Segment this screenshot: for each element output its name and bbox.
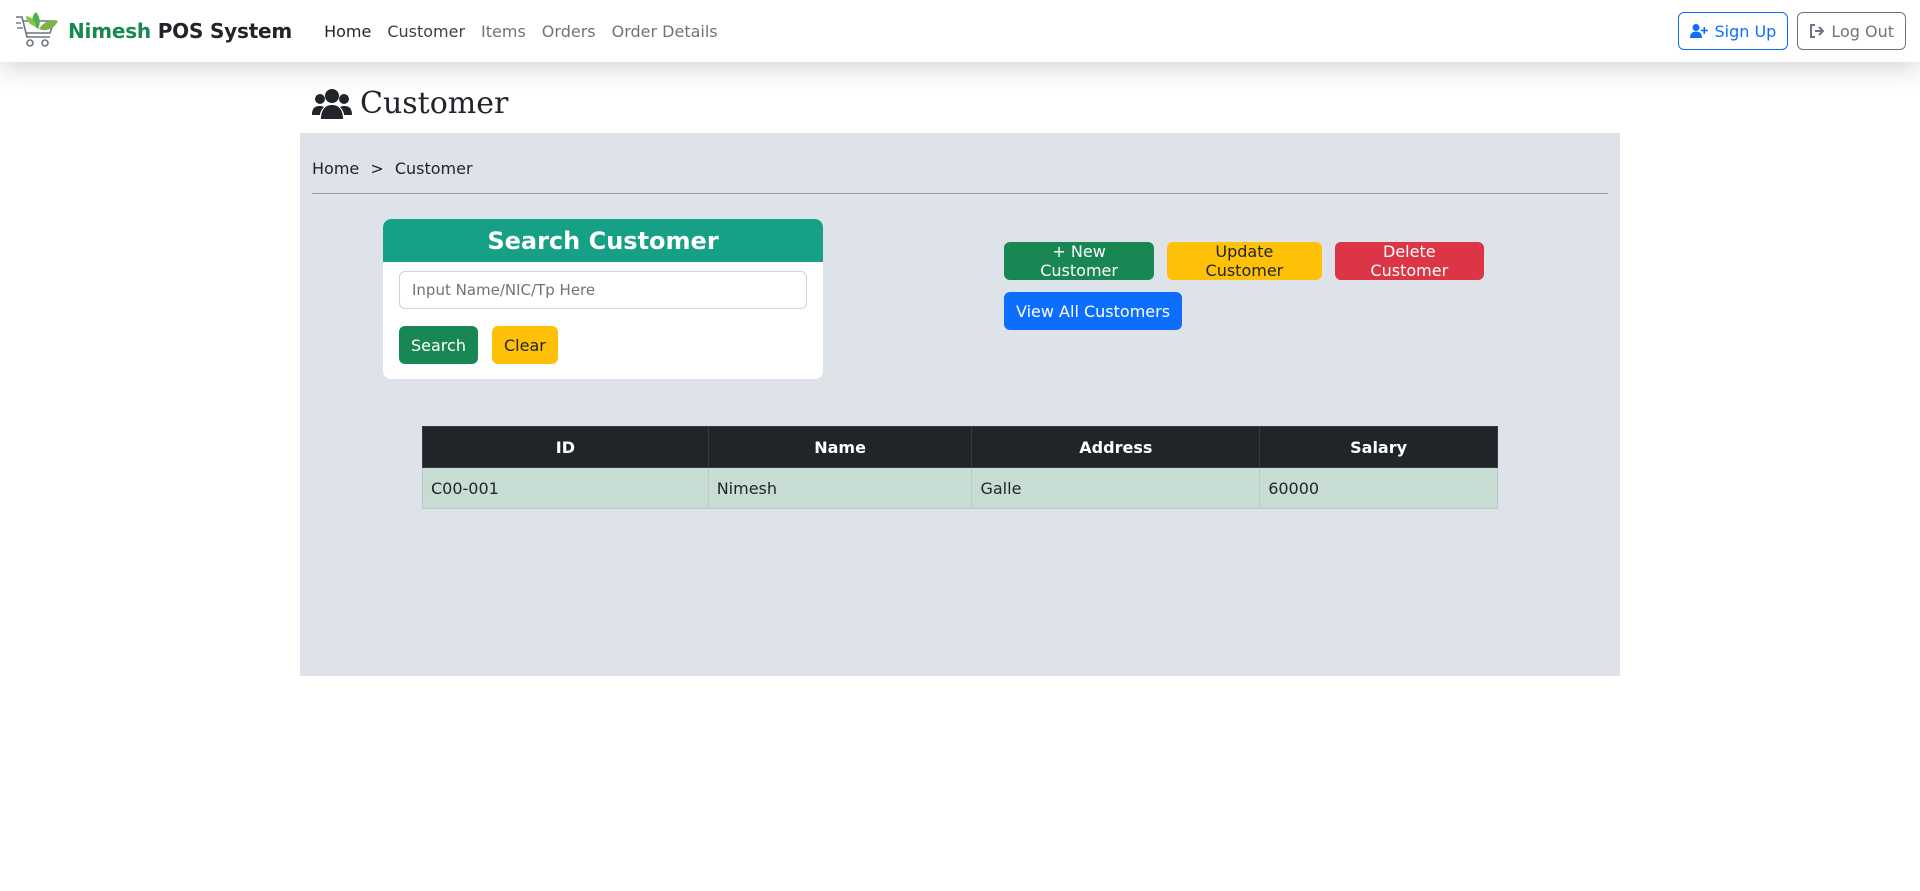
sign-up-button[interactable]: Sign Up [1678,12,1789,50]
page-title: Customer [312,86,508,121]
top-navbar: Nimesh POS System Home Customer Items Or… [0,0,1920,62]
search-button[interactable]: Search [399,326,478,364]
cell-id: C00-001 [422,467,709,509]
view-all-customers-button[interactable]: View All Customers [1004,292,1183,330]
table-row[interactable]: C00-001 Nimesh Galle 60000 [422,467,1498,509]
customer-table: ID Name Address Salary C00-001 Nimesh Ga… [422,426,1498,509]
search-input[interactable] [399,271,807,309]
column-header-salary: Salary [1259,426,1498,468]
clear-button[interactable]: Clear [492,326,558,364]
customer-actions: + New Customer Update Customer Delete Cu… [1004,242,1484,330]
nav-link-order-details[interactable]: Order Details [604,22,726,41]
users-icon [312,88,352,119]
search-card-header: Search Customer [383,219,823,262]
table-header-row: ID Name Address Salary [422,426,1498,468]
nav-link-orders[interactable]: Orders [534,22,604,41]
log-out-label: Log Out [1831,21,1894,41]
log-out-button[interactable]: Log Out [1797,12,1906,50]
page-title-text: Customer [360,86,509,121]
cell-address: Galle [971,467,1261,509]
update-customer-button[interactable]: Update Customer [1167,242,1322,280]
delete-customer-button[interactable]: Delete Customer [1334,242,1484,280]
nav-link-home[interactable]: Home [316,22,379,41]
breadcrumb: Home > Customer [312,159,479,178]
sign-up-label: Sign Up [1714,21,1777,41]
column-header-name: Name [707,426,973,468]
breadcrumb-home[interactable]: Home [312,159,359,178]
brand[interactable]: Nimesh POS System [14,7,292,55]
nav-link-customer[interactable]: Customer [379,22,473,41]
customer-panel: Home > Customer Search Customer Search C… [300,133,1620,676]
breadcrumb-current: Customer [394,159,473,178]
nav-link-items[interactable]: Items [473,22,534,41]
new-customer-button[interactable]: + New Customer [1004,242,1155,280]
divider [312,193,1608,194]
breadcrumb-separator: > [370,159,384,178]
column-header-id: ID [422,426,709,468]
brand-name-second: POS System [157,19,293,43]
sign-out-icon [1810,24,1825,38]
column-header-address: Address [971,426,1261,468]
cell-salary: 60000 [1259,467,1498,509]
cell-name: Nimesh [707,467,973,509]
user-plus-icon [1690,24,1709,38]
brand-name-first: Nimesh [68,19,151,43]
search-card: Search Customer Search Clear [383,219,823,379]
cart-leaf-logo-icon [16,12,58,47]
nav-links: Home Customer Items Orders Order Details [316,22,726,41]
